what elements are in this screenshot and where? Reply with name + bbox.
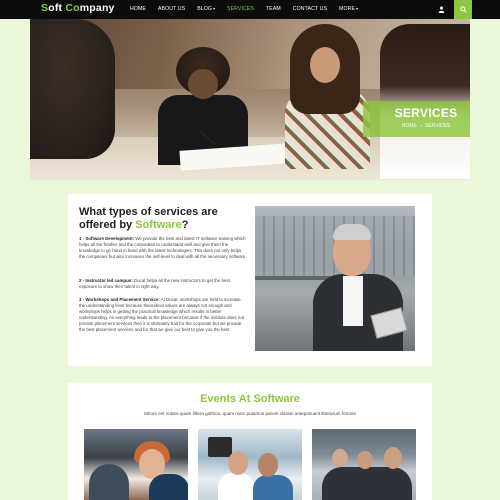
services-panel: What types of services are offered by So…: [68, 194, 432, 366]
service-description-1: 1 - Software Development: We provide the…: [79, 236, 247, 260]
nav-item-more[interactable]: MORE: [333, 0, 364, 19]
event-image-3[interactable]: [312, 429, 416, 500]
heading-end: ?: [181, 219, 189, 231]
nav-item-services[interactable]: SERVICES: [221, 0, 260, 19]
hero-person-left: [30, 19, 115, 159]
service-label-3: 3 - Workshops and Placement Service:: [79, 297, 160, 302]
nav-item-about[interactable]: ABOUT US: [152, 0, 191, 19]
nav-item-blog-label: BLOG: [197, 6, 213, 12]
search-button[interactable]: [454, 0, 472, 19]
events-title: Events At Software: [200, 393, 300, 405]
logo-accent: Co: [65, 2, 80, 14]
nav-item-more-label: MORE: [339, 6, 356, 12]
hero-person-writing: [148, 47, 258, 165]
main-nav: HOME ABOUT US BLOG SERVICES TEAM CONTACT…: [124, 0, 364, 19]
nav-item-contact[interactable]: CONTACT US: [287, 0, 333, 19]
service-description-2: 2 - Instructor led campus: Ducat helps a…: [79, 278, 247, 290]
event-image-2[interactable]: [198, 429, 302, 500]
events-panel: Events At Software Mirum est notare quam…: [68, 383, 432, 500]
breadcrumb: HOME» SERVICES: [363, 123, 470, 129]
breadcrumb-separator: »: [419, 123, 423, 128]
search-icon: [459, 6, 467, 13]
service-label-2: 2 - Instructor led campus:: [79, 278, 133, 283]
services-photo: [255, 206, 415, 351]
nav-item-home[interactable]: HOME: [124, 0, 152, 19]
breadcrumb-current: SERVICES: [425, 123, 451, 129]
heading-accent: Software: [135, 219, 182, 231]
breadcrumb-home[interactable]: HOME: [402, 123, 417, 129]
hero-banner: SERVICES HOME» SERVICES: [30, 19, 470, 180]
chevron-down-icon: [356, 7, 359, 10]
service-text-3: At Ducat, workshops are held to increase…: [79, 297, 245, 332]
service-description-3: 3 - Workshops and Placement Service: At …: [79, 297, 247, 333]
events-subtitle: Mirum est notare quam littera gothica, q…: [144, 411, 356, 416]
top-navbar: Soft Company HOME ABOUT US BLOG SERVICES…: [0, 0, 500, 19]
event-image-1[interactable]: [84, 429, 188, 500]
user-icon[interactable]: [432, 0, 451, 19]
hero-person-center: [270, 19, 370, 169]
page-title: SERVICES: [394, 106, 458, 120]
brand-logo[interactable]: Soft Company: [41, 2, 115, 14]
service-label-1: 1 - Software Development:: [79, 236, 135, 241]
nav-item-team[interactable]: TEAM: [260, 0, 287, 19]
nav-item-blog[interactable]: BLOG: [191, 0, 221, 19]
services-heading: What types of services are offered by So…: [79, 206, 249, 232]
hero-title-box: SERVICES HOME» SERVICES: [363, 101, 470, 137]
logo-text-end: mpany: [79, 2, 115, 14]
chevron-down-icon: [213, 7, 216, 10]
logo-text: oft: [48, 2, 66, 14]
